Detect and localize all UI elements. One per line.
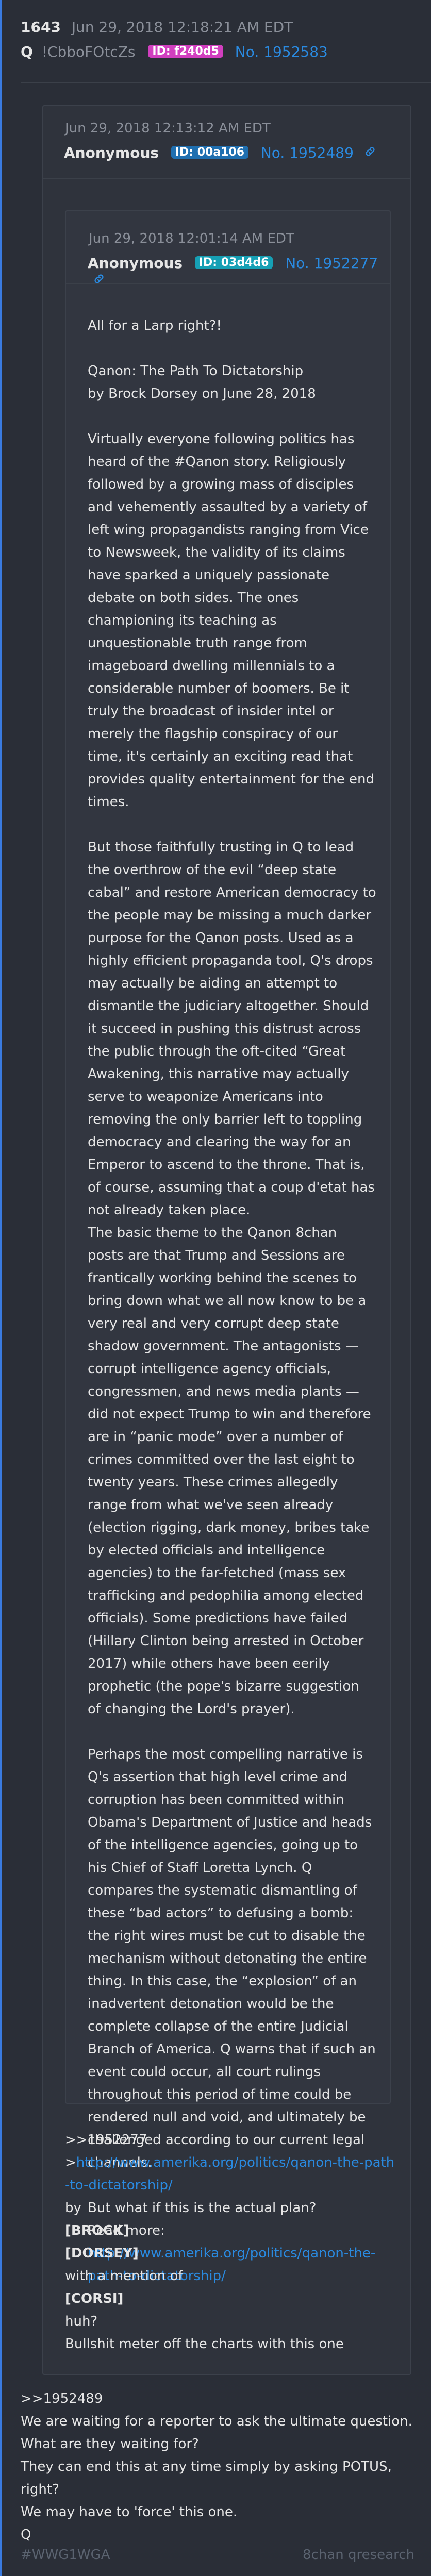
body-line: We are waiting for a reporter to ask the… [21, 2414, 412, 2429]
id-badge[interactable]: ID: f240d5 [148, 45, 223, 58]
tripcode: !CbboFOtcZs [41, 43, 136, 60]
quote2-body: All for a Larp right?! Qanon: The Path T… [88, 314, 376, 2287]
quote1-id-badge[interactable]: ID: 00a106 [171, 146, 249, 159]
quote-ref[interactable]: >>1952489 [21, 2387, 412, 2410]
article-link[interactable]: http://www.amerika.org/politics/qanon-th… [65, 2155, 394, 2193]
quote1-post-link[interactable]: No. 1952489 [261, 144, 354, 161]
accent-bar [0, 0, 2, 2576]
by-text: by [65, 2200, 81, 2216]
footer-source: 8chan qresearch [303, 2547, 415, 2563]
body-line: What are they waiting for? [21, 2436, 199, 2452]
post-number: 1643 [21, 19, 61, 36]
paragraph: But those faithfully trusting in Q to le… [88, 840, 376, 1717]
quoted-link-line: >http://www.amerika.org/politics/qanon-t… [65, 2151, 395, 2197]
paragraph: Perhaps the most compelling narrative is… [88, 1747, 376, 2170]
footer: #WWG1WGA 8chan qresearch [0, 2541, 431, 2576]
body-line: We may have to 'force' this one. [21, 2504, 238, 2520]
post-link[interactable]: No. 1952583 [235, 43, 328, 60]
divider [21, 82, 431, 83]
quoted-post-1: Jun 29, 2018 12:13:12 AM EDT Anonymous I… [42, 105, 411, 2375]
quote1-author-row: Anonymous ID: 00a106 No. 1952489 [64, 144, 376, 161]
link-icon[interactable] [364, 144, 376, 161]
mention-text: with a mention of [65, 2268, 183, 2284]
huh-text: huh? [65, 2314, 98, 2329]
post-date: Jun 29, 2018 12:18:21 AM EDT [71, 19, 293, 36]
name-dorsey: [DORSEY] [65, 2246, 139, 2261]
name-brock: [BROCK] [65, 2223, 129, 2238]
quote1-name: Anonymous [64, 144, 159, 161]
quote1-body: >>1952277 >http://www.amerika.org/politi… [65, 2129, 395, 2355]
paragraph: Virtually everyone following politics ha… [88, 431, 375, 810]
link-icon[interactable] [93, 272, 105, 289]
post-author-row: Q !CbboFOtcZs ID: f240d5 No. 1952583 [21, 43, 328, 60]
quote2-name: Anonymous [88, 255, 183, 272]
name-corsi: [CORSI] [65, 2291, 124, 2306]
post-body: >>1952489 We are waiting for a reporter … [21, 2387, 412, 2546]
divider [66, 283, 390, 284]
quote2-id-badge[interactable]: ID: 03d4d6 [194, 256, 273, 269]
post-page: 1643 Jun 29, 2018 12:18:21 AM EDT Q !Cbb… [0, 0, 431, 2576]
author-name: Q [21, 43, 33, 60]
divider [43, 178, 410, 179]
paragraph: All for a Larp right?! [88, 318, 222, 333]
footer-tag: #WWG1WGA [21, 2547, 110, 2563]
quote-ref[interactable]: >>1952277 [65, 2129, 395, 2151]
quote1-date: Jun 29, 2018 12:13:12 AM EDT [65, 121, 271, 136]
last-line: Bullshit meter off the charts with this … [65, 2336, 344, 2352]
quoted-post-2: Jun 29, 2018 12:01:14 AM EDT Anonymous I… [65, 210, 391, 2284]
quote-marker: > [65, 2155, 76, 2170]
body-line: They can end this at any time simply by … [21, 2459, 392, 2497]
paragraph: Qanon: The Path To Dictatorship by Brock… [88, 363, 316, 402]
post-header: 1643 Jun 29, 2018 12:18:21 AM EDT [21, 19, 293, 36]
quote2-post-link[interactable]: No. 1952277 [285, 255, 378, 272]
quote2-date: Jun 29, 2018 12:01:14 AM EDT [89, 231, 294, 246]
